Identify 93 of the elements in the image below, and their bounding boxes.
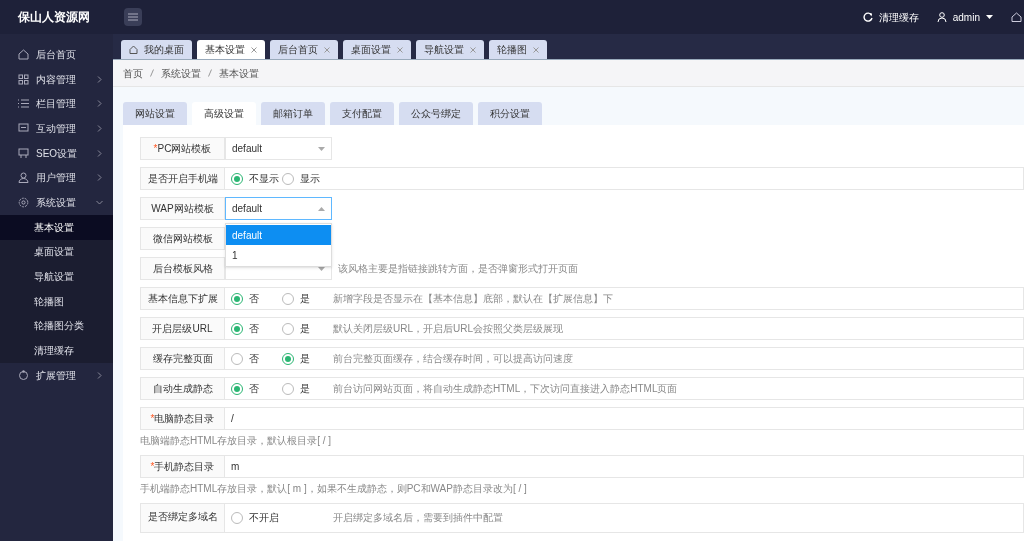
hint-text: 默认关闭层级URL，开启后URL会按照父类层级展现 [333,322,563,336]
radio-label: 是 [300,352,310,366]
text-input-field[interactable]: / [225,407,1024,430]
form-tab[interactable]: 公众号绑定 [399,102,473,125]
close-icon [470,46,476,53]
form-tab[interactable]: 网站设置 [123,102,187,125]
field-label: 缓存完整页面 [152,352,213,366]
radio-label: 否 [249,322,259,336]
select-field[interactable]: default [225,137,332,160]
help-text: 电脑端静态HTML存放目录，默认根目录[ / ] [140,434,332,448]
radio-label: 是 [300,292,310,306]
close-icon [324,46,330,53]
menu-toggle-button[interactable] [124,8,142,26]
message-icon [18,122,29,134]
user-button[interactable]: admin [936,9,993,25]
field-label: WAP网站模板 [151,202,214,216]
breadcrumb-link[interactable]: 首页 [123,65,143,81]
close-icon [251,46,257,53]
submenu-item[interactable]: 基本设置 [0,214,113,240]
caret-down-icon [318,146,325,151]
form-tab[interactable]: 高级设置 [192,102,256,125]
field-label: 基本信息下扩展 [147,292,218,306]
sidebar-item[interactable]: 内容管理 [0,66,113,92]
close-icon [397,46,403,53]
radio-label: 显示 [300,172,320,186]
field-label: 微信网站模板 [152,232,213,246]
hint-text: 开启绑定多域名后，需要到插件中配置 [333,511,503,525]
ring-icon [18,369,29,381]
user-icon [18,172,29,184]
field-label: *PC网站模板 [153,142,212,156]
field-label: 是否绑定多域名 [147,510,218,524]
select-field[interactable]: default [225,197,332,220]
help-text: 手机端静态HTML存放目录，默认[ m ]，如果不生成静态，则PC和WAP静态目录改为[ / ] [140,482,527,496]
radio-label: 不显示 [249,172,279,186]
field-label: *电脑静态目录 [150,412,215,426]
page-tab[interactable]: 我的桌面 [121,40,192,59]
separator-icon [150,69,154,77]
submenu-item[interactable]: 轮播图 [0,288,113,314]
radio-label: 是 [300,322,310,336]
home-button[interactable] [1011,12,1022,22]
page-tab[interactable]: 导航设置 [416,40,484,59]
menu-icon [128,13,138,21]
page-tab[interactable]: 基本设置 [197,40,265,59]
home-icon [1011,12,1022,22]
field-label: *手机静态目录 [150,460,215,474]
sidebar-item[interactable]: 互动管理 [0,116,113,141]
page-tab[interactable]: 后台首页 [270,40,338,59]
separator-icon [208,69,212,77]
submenu-item[interactable]: 桌面设置 [0,239,113,265]
field-label: 自动生成静态 [152,382,213,396]
sidebar-item[interactable]: 系统设置 [0,190,113,215]
submenu-item[interactable]: 轮播图分类 [0,313,113,339]
radio-label: 是 [300,382,310,396]
field-label: 开启层级URL [152,322,213,336]
refresh-button[interactable]: 清理缓存 [862,9,919,25]
sidebar-item[interactable]: 用户管理 [0,165,113,191]
hint-text: 前台完整页面缓存，结合缓存时间，可以提高访问速度 [333,352,573,366]
breadcrumb-link[interactable]: 系统设置 [161,65,201,81]
caret-up-icon [318,206,325,211]
sidebar-item[interactable]: 后台首页 [0,42,113,67]
form-tab[interactable]: 邮箱订单 [261,102,325,125]
text-input-field[interactable]: m [225,455,1024,478]
site-logo: 保山人资源网 [17,9,91,26]
settings-icon [18,196,29,208]
sidebar-item[interactable]: SEO设置 [0,140,113,166]
form-tab[interactable]: 积分设置 [478,102,542,125]
list-icon [18,98,29,110]
user-icon [936,12,947,22]
radio-label: 否 [249,352,259,366]
page-tab[interactable]: 桌面设置 [343,40,411,59]
close-icon [533,46,539,53]
hint-text: 新增字段是否显示在【基本信息】底部，默认在【扩展信息】下 [333,292,613,306]
hint-text: 该风格主要是指链接跳转方面，是否弹窗形式打开页面 [338,262,578,276]
radio-label: 否 [249,292,259,306]
submenu-item[interactable]: 清理缓存 [0,338,113,363]
refresh-icon [862,12,873,22]
page-tab[interactable]: 轮播图 [489,40,547,59]
field-label: 是否开启手机端 [147,172,218,186]
field-label: 后台模板风格 [152,262,213,276]
form-tab[interactable]: 支付配置 [330,102,394,125]
grid-icon [18,73,29,85]
submenu-item[interactable]: 导航设置 [0,264,113,289]
monitor-icon [18,147,29,159]
caret-icon [986,15,993,19]
radio-label: 否 [249,382,259,396]
hint-text: 前台访问网站页面，将自动生成静态HTML，下次访问直接进入静态HTML页面 [333,382,678,396]
breadcrumb-link[interactable]: 基本设置 [219,65,259,81]
home-icon [18,48,29,60]
radio-label: 不开启 [249,511,279,525]
sidebar-item[interactable]: 扩展管理 [0,362,113,388]
home-icon [129,45,138,54]
dropdown-option[interactable]: 1 [226,245,331,265]
sidebar-item[interactable]: 栏目管理 [0,91,113,117]
